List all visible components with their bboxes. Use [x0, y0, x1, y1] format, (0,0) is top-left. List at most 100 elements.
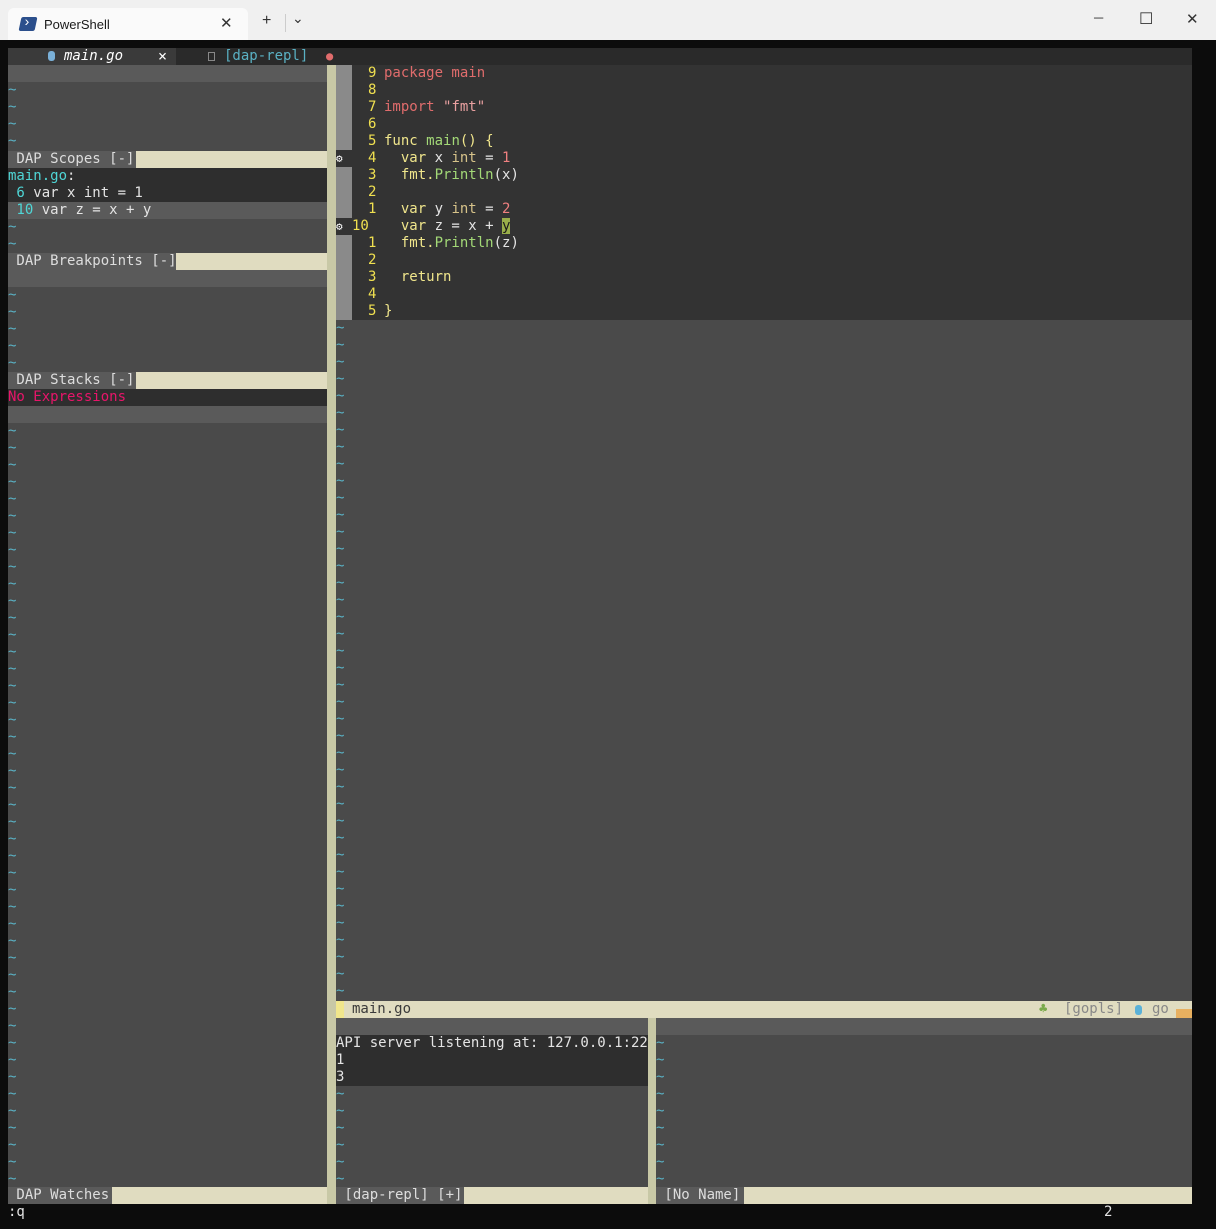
code-token: =: [476, 150, 503, 166]
dap-sidebar[interactable]: ~ ~ ~ ~ DAP Scopes [-] main.go: 6 var x …: [8, 65, 327, 1204]
sign-column[interactable]: [336, 252, 352, 269]
code-line[interactable]: 3 fmt.Println(x): [336, 167, 1192, 184]
empty-line-marker: ~: [8, 1137, 17, 1153]
scope-row-selected[interactable]: 10 var z = x + y: [8, 202, 327, 219]
code-line[interactable]: 2: [336, 184, 1192, 201]
empty-line-marker: ~: [336, 983, 345, 999]
code-line[interactable]: 8: [336, 82, 1192, 99]
sign-column[interactable]: [336, 82, 352, 99]
vertical-split-separator[interactable]: [327, 65, 336, 1204]
sign-column[interactable]: [336, 133, 352, 150]
code-line[interactable]: ⚙ 10 var z = x + y: [336, 218, 1192, 235]
empty-line-marker: ~: [336, 711, 345, 727]
repl-output-line: 3: [336, 1069, 648, 1086]
code-line[interactable]: 2: [336, 252, 1192, 269]
code-text: var y int = 2: [384, 201, 511, 218]
sign-column[interactable]: [336, 65, 352, 82]
stacks-title: DAP Stacks [-]: [8, 372, 143, 389]
breakpoints-title: DAP Breakpoints [-]: [8, 253, 186, 270]
title-bar: PowerShell ✕ + ⌄ ─ ☐ ✕: [0, 0, 1216, 40]
vertical-split-separator-2[interactable]: [648, 1018, 656, 1204]
empty-line-marker: ~: [336, 728, 345, 744]
line-number: 3: [368, 167, 377, 183]
breakpoint-sign[interactable]: ⚙: [336, 218, 352, 235]
code-token: var: [384, 218, 435, 234]
sign-column[interactable]: [336, 184, 352, 201]
line-number: 5: [368, 133, 377, 149]
close-window-button[interactable]: ✕: [1186, 10, 1199, 28]
stacks-fill: [8, 406, 327, 423]
vim-tab-dap-repl[interactable]: [dap-repl] ●: [176, 48, 344, 65]
chevron-down-icon[interactable]: ⌄: [292, 10, 304, 27]
empty-line-marker: ~: [336, 354, 345, 370]
tab-close-icon[interactable]: ✕: [220, 14, 233, 32]
code-line[interactable]: 3 return: [336, 269, 1192, 286]
empty-line-marker: ~: [8, 116, 17, 132]
empty-line-marker: ~: [8, 321, 17, 337]
empty-line-marker: ~: [656, 1086, 665, 1102]
empty-line-marker: ~: [656, 1137, 665, 1153]
line-number: 3: [368, 269, 377, 285]
maximize-button[interactable]: ☐: [1139, 9, 1153, 29]
empty-line-marker: ~: [8, 1154, 17, 1170]
code-line[interactable]: 9 package main: [336, 65, 1192, 82]
empty-line-marker: ~: [8, 797, 17, 813]
new-tab-button[interactable]: +: [262, 12, 271, 30]
code-token: =: [476, 201, 503, 217]
code-line[interactable]: 6: [336, 116, 1192, 133]
no-name-pane[interactable]: ~ ~ ~ ~ ~ ~ ~ ~ ~: [656, 1035, 1192, 1187]
dap-repl-pane[interactable]: API server listening at: 127.0.0.1:2295 …: [336, 1035, 648, 1187]
sign-column[interactable]: [336, 167, 352, 184]
empty-line-marker: ~: [336, 626, 345, 642]
empty-line-marker: ~: [8, 814, 17, 830]
code-token: 2: [502, 201, 511, 217]
empty-line-marker: ~: [8, 984, 17, 1000]
terminal-tab[interactable]: PowerShell ✕: [8, 8, 248, 40]
sign-column[interactable]: [336, 286, 352, 303]
empty-line-marker: ~: [336, 507, 345, 523]
code-line[interactable]: 1 var y int = 2: [336, 201, 1192, 218]
scopes-header-fill: [8, 65, 327, 82]
code-token: Println: [434, 167, 494, 183]
empty-line-marker: ~: [8, 457, 17, 473]
code-line[interactable]: 5}: [336, 303, 1192, 320]
code-token: () {: [459, 133, 494, 149]
vim-tab-close-icon[interactable]: ×: [158, 48, 167, 65]
empty-line-marker: ~: [8, 236, 17, 252]
breakpoint-sign[interactable]: ⚙: [336, 150, 352, 167]
code-line[interactable]: 1 fmt.Println(z): [336, 235, 1192, 252]
sign-column[interactable]: [336, 201, 352, 218]
empty-line-marker: ~: [8, 1120, 17, 1136]
code-editor[interactable]: 9 package main 8 7 import "fmt" 6 5 func main()…: [336, 65, 1192, 1016]
terminal-area[interactable]: main.go × [dap-repl] ● ~ ~ ~ ~ DAP Scope…: [0, 40, 1216, 1229]
sign-column[interactable]: [336, 235, 352, 252]
minimize-button[interactable]: ─: [1094, 10, 1103, 25]
empty-line-marker: ~: [8, 1069, 17, 1085]
sign-column[interactable]: [336, 269, 352, 286]
empty-line-marker: ~: [8, 882, 17, 898]
code-line[interactable]: 7 import "fmt": [336, 99, 1192, 116]
sign-column[interactable]: [336, 99, 352, 116]
empty-line-marker: ~: [656, 1052, 665, 1068]
sign-column[interactable]: [336, 303, 352, 320]
empty-line-marker: ~: [336, 1120, 345, 1136]
code-text: func main() {: [384, 133, 494, 150]
empty-line-marker: ~: [8, 491, 17, 507]
scope-row[interactable]: 6 var x int = 1: [8, 185, 327, 202]
command-line[interactable]: :q 2: [8, 1204, 1192, 1221]
code-token: x: [434, 150, 452, 166]
code-line[interactable]: ⚙ 4 var x int = 1: [336, 150, 1192, 167]
empty-line-marker: ~: [8, 1086, 17, 1102]
scopes-file-row[interactable]: main.go:: [8, 168, 327, 185]
vim-tab-main-go[interactable]: main.go ×: [8, 48, 176, 65]
empty-line-marker: ~: [656, 1069, 665, 1085]
code-text: return: [384, 269, 452, 286]
code-line[interactable]: 4: [336, 286, 1192, 303]
sign-column[interactable]: [336, 116, 352, 133]
editor-status-file: main.go: [352, 1001, 412, 1017]
code-token: (x): [493, 167, 519, 183]
code-token: }: [384, 303, 393, 319]
command-text: :q: [8, 1204, 25, 1220]
code-token: "fmt": [443, 99, 486, 115]
code-line[interactable]: 5 func main() {: [336, 133, 1192, 150]
